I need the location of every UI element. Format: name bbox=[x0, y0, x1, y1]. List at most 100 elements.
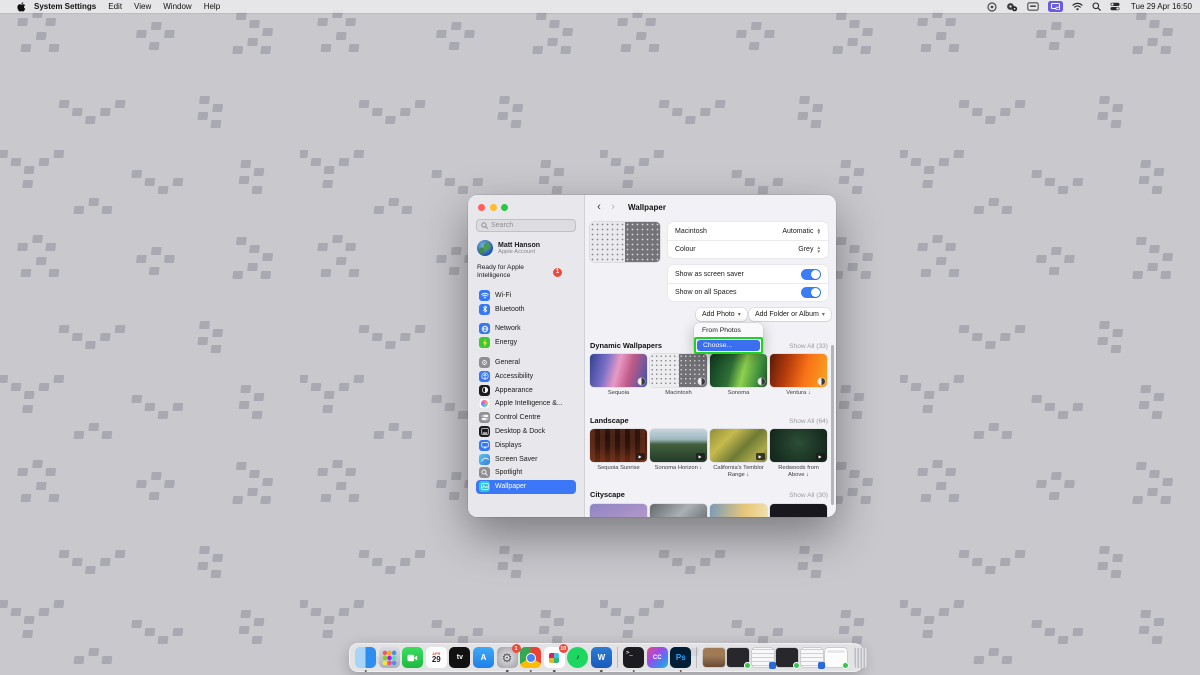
zoom-window-button[interactable] bbox=[501, 204, 508, 211]
spotlight-search-icon[interactable] bbox=[1092, 2, 1101, 11]
calendar-dock-icon[interactable]: APR 29 bbox=[426, 647, 447, 668]
status-app-icon[interactable] bbox=[987, 2, 997, 12]
wallpaper-tile[interactable]: Sonoma bbox=[710, 354, 767, 397]
system-settings-window: Search Matt Hanson Apple Account Ready f… bbox=[468, 195, 836, 517]
wallpaper-tile[interactable]: ▶ California's Temblor Range ↓ bbox=[710, 429, 767, 479]
minimize-window-button[interactable] bbox=[490, 204, 497, 211]
wallpaper-tile[interactable] bbox=[710, 504, 767, 517]
menubar-clock[interactable]: Tue 29 Apr 16:50 bbox=[1131, 2, 1192, 11]
sidebar-item-wallpaper[interactable]: Wallpaper bbox=[476, 480, 576, 494]
forward-button[interactable]: › bbox=[606, 201, 620, 213]
chrome-mini-badge-icon bbox=[793, 662, 800, 669]
minimized-document-thumbnail[interactable] bbox=[801, 648, 823, 667]
minimized-window-thumbnail[interactable] bbox=[776, 648, 798, 667]
control-center-icon[interactable] bbox=[1110, 2, 1120, 11]
current-wallpaper-preview[interactable] bbox=[590, 222, 660, 262]
sidebar-item-screen-saver[interactable]: Screen Saver bbox=[476, 452, 576, 466]
chevron-down-icon: ▾ bbox=[822, 311, 825, 318]
sidebar-item-control-centre[interactable]: Control Centre bbox=[476, 411, 576, 425]
menu-item-choose[interactable]: Choose... bbox=[697, 340, 760, 351]
creative-cloud-dock-icon[interactable]: CC bbox=[647, 647, 668, 668]
menu-view[interactable]: View bbox=[134, 2, 151, 11]
apple-intelligence-banner[interactable]: Ready for Apple Intelligence 1 bbox=[477, 264, 576, 280]
wallpaper-tile[interactable]: Sequoia bbox=[590, 354, 647, 397]
wallpaper-mode-select[interactable]: Automatic ▲▼ bbox=[782, 228, 821, 235]
slack-dock-icon[interactable]: 10 bbox=[544, 647, 565, 668]
system-settings-dock-icon[interactable]: ⚙1 bbox=[497, 647, 518, 668]
menu-help[interactable]: Help bbox=[204, 2, 220, 11]
all-spaces-toggle[interactable] bbox=[801, 287, 821, 298]
landscape-row: ▶ Sequoia Sunrise ▶ Sonoma Horizon ↓ ▶ C… bbox=[590, 429, 827, 479]
dynamic-wallpapers-row: Sequoia Macintosh Sonoma Ventura ↓ bbox=[590, 354, 827, 397]
search-input[interactable]: Search bbox=[476, 219, 576, 232]
minimized-browser-thumbnail[interactable] bbox=[825, 648, 847, 667]
photoshop-dock-icon[interactable]: Ps bbox=[670, 647, 691, 668]
sidebar-item-appearance[interactable]: Appearance bbox=[476, 383, 576, 397]
sidebar-item-network[interactable]: Network bbox=[476, 322, 576, 336]
sidebar-item-apple-intelligence[interactable]: Apple Intelligence &... bbox=[476, 397, 576, 411]
apple-menu-icon[interactable] bbox=[14, 2, 28, 12]
keystroke-status-icon[interactable] bbox=[1027, 2, 1039, 11]
screen-saver-toggle[interactable] bbox=[801, 269, 821, 280]
minimized-document-thumbnail[interactable] bbox=[752, 648, 774, 667]
spotify-dock-icon[interactable]: ♪ bbox=[567, 647, 588, 668]
menubar-app-name[interactable]: System Settings bbox=[34, 2, 96, 11]
wallpaper-tile[interactable]: Ventura ↓ bbox=[770, 354, 827, 397]
sidebar-item-displays[interactable]: Displays bbox=[476, 438, 576, 452]
wallpaper-tile[interactable]: Macintosh bbox=[650, 354, 707, 397]
sidebar-item-bluetooth[interactable]: Bluetooth bbox=[476, 302, 576, 316]
terminal-dock-icon[interactable]: >_ bbox=[623, 647, 644, 668]
launchpad-dock-icon[interactable] bbox=[379, 647, 400, 668]
wallpaper-name-label: Macintosh bbox=[675, 228, 707, 235]
wifi-status-icon[interactable] bbox=[1072, 2, 1083, 11]
minimized-photo-thumbnail[interactable] bbox=[703, 648, 725, 667]
sidebar-item-energy[interactable]: Energy bbox=[476, 336, 576, 350]
add-photo-button[interactable]: Add Photo ▾ bbox=[696, 308, 747, 321]
gears-status-icon[interactable] bbox=[1006, 2, 1018, 12]
account-name: Matt Hanson bbox=[498, 242, 540, 249]
facetime-dock-icon[interactable] bbox=[402, 647, 423, 668]
chrome-dock-icon[interactable] bbox=[520, 647, 541, 668]
app-store-dock-icon[interactable]: A bbox=[473, 647, 494, 668]
show-all-cityscape-link[interactable]: Show All (30) bbox=[789, 492, 828, 499]
menu-window[interactable]: Window bbox=[163, 2, 191, 11]
word-dock-icon[interactable]: W bbox=[591, 647, 612, 668]
show-all-dynamic-link[interactable]: Show All (33) bbox=[789, 343, 828, 350]
wallpaper-tile[interactable]: ▶ Sequoia Sunrise bbox=[590, 429, 647, 479]
colour-label: Colour bbox=[675, 246, 696, 253]
back-button[interactable]: ‹ bbox=[592, 201, 606, 213]
menu-item-from-photos[interactable]: From Photos bbox=[696, 325, 761, 336]
banner-badge: 1 bbox=[553, 268, 562, 277]
wallpaper-tile[interactable] bbox=[590, 504, 647, 517]
video-badge-icon: ▶ bbox=[696, 453, 705, 460]
calendar-day: 29 bbox=[432, 656, 441, 664]
account-row[interactable]: Matt Hanson Apple Account bbox=[477, 240, 576, 256]
add-folder-album-button[interactable]: Add Folder or Album ▾ bbox=[749, 308, 831, 321]
sidebar-item-wifi[interactable]: Wi-Fi bbox=[476, 288, 576, 302]
menu-edit[interactable]: Edit bbox=[108, 2, 122, 11]
colour-row: Colour Grey ▲▼ bbox=[668, 240, 828, 258]
close-window-button[interactable] bbox=[478, 204, 485, 211]
screen-mirroring-icon[interactable] bbox=[1048, 1, 1063, 12]
pane-title: Wallpaper bbox=[628, 203, 666, 212]
apple-intelligence-icon bbox=[479, 398, 490, 409]
dock-divider bbox=[696, 647, 697, 668]
wallpaper-tile[interactable] bbox=[770, 504, 827, 517]
word-mini-badge-icon bbox=[769, 662, 776, 669]
colour-select[interactable]: Grey ▲▼ bbox=[798, 246, 821, 253]
wallpaper-tile[interactable]: ▶ Sonoma Horizon ↓ bbox=[650, 429, 707, 479]
sidebar-item-desktop-dock[interactable]: Desktop & Dock bbox=[476, 425, 576, 439]
chevron-down-icon: ▾ bbox=[738, 311, 741, 318]
sidebar-item-accessibility[interactable]: Accessibility bbox=[476, 369, 576, 383]
minimized-window-thumbnail[interactable] bbox=[727, 648, 749, 667]
sidebar-item-spotlight[interactable]: Spotlight bbox=[476, 466, 576, 480]
add-photo-menu: From Photos Choose... bbox=[694, 323, 763, 354]
scrollbar[interactable] bbox=[831, 345, 834, 505]
wallpaper-tile[interactable]: ▶ Redwoods from Above ↓ bbox=[770, 429, 827, 479]
sidebar-item-general[interactable]: ⚙ General bbox=[476, 356, 576, 370]
finder-dock-icon[interactable] bbox=[355, 647, 376, 668]
apple-tv-dock-icon[interactable]: tv bbox=[449, 647, 470, 668]
show-all-landscape-link[interactable]: Show All (64) bbox=[789, 418, 828, 425]
video-badge-icon: ▶ bbox=[636, 453, 645, 460]
wallpaper-tile[interactable] bbox=[650, 504, 707, 517]
